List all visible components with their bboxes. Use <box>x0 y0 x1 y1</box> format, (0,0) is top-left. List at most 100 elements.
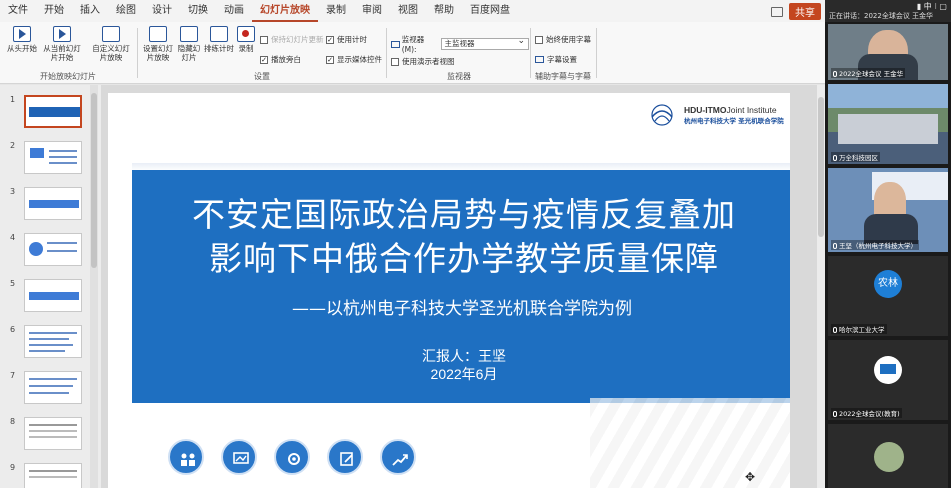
presentation-board-icon <box>221 439 257 475</box>
thumb-number: 4 <box>10 233 16 242</box>
checkbox-box <box>535 35 543 44</box>
slide-thumbnail-4[interactable]: 4 <box>6 233 96 273</box>
tab-baidu-netdisk[interactable]: 百度网盘 <box>462 0 518 22</box>
tab-help[interactable]: 帮助 <box>426 0 462 22</box>
edit-document-icon <box>327 439 363 475</box>
avatar <box>874 442 904 472</box>
logo-joint-institute: Joint Institute <box>726 105 777 115</box>
share-button[interactable]: 共享 <box>789 3 821 20</box>
slide-thumbnail-2[interactable]: 2 <box>6 141 96 181</box>
group-setup-label: 设置 <box>254 72 270 81</box>
gear-icon <box>274 439 310 475</box>
monitor-select[interactable]: 监视器(M): 主监视器 <box>391 34 529 54</box>
video-tile-6[interactable] <box>828 424 948 488</box>
tab-animations[interactable]: 动画 <box>216 0 252 22</box>
slide-subtitle: ——以杭州电子科技大学圣光机联合学院为例 <box>292 299 632 319</box>
group-captions-label: 辅助字幕与字幕 <box>535 72 591 81</box>
thumb-preview <box>24 187 82 220</box>
ribbon-divider <box>386 28 387 78</box>
from-current-slide-button[interactable]: 从当前幻灯片开始 <box>40 26 84 62</box>
from-current-label: 从当前幻灯片开始 <box>43 44 81 62</box>
mic-icon <box>833 327 837 333</box>
tile-label: 2022全球会议 王金华 <box>831 68 906 78</box>
tab-record[interactable]: 录制 <box>318 0 354 22</box>
scrollbar-thumb[interactable] <box>818 97 824 237</box>
tab-draw[interactable]: 绘图 <box>108 0 144 22</box>
presenter-view-checkbox[interactable]: 使用演示者视图 <box>391 56 455 67</box>
mic-icon <box>833 243 837 249</box>
video-tile-1[interactable]: 2022全球会议 王金华 <box>828 24 948 80</box>
play-narration-checkbox[interactable]: ✓ 播放旁白 <box>260 54 301 65</box>
hide-slide-button[interactable]: 隐藏幻灯片 <box>176 26 202 62</box>
people-icon <box>168 439 204 475</box>
tab-file[interactable]: 文件 <box>0 0 36 22</box>
slide-thumbnail-9[interactable]: 9 <box>6 463 96 488</box>
comment-icon[interactable] <box>771 6 783 17</box>
slide-date: 2022年6月 <box>430 366 498 382</box>
thumbnails-scrollbar[interactable] <box>90 85 98 488</box>
video-tile-3[interactable]: 王坚（杭州电子科技大学） <box>828 168 948 252</box>
thumb-line <box>29 350 65 352</box>
show-media-controls-checkbox[interactable]: ✓ 显示媒体控件 <box>326 54 382 65</box>
tile-label: 2022全球会议(教育) <box>831 408 902 418</box>
slide-thumbnail-8[interactable]: 8 <box>6 417 96 457</box>
thumb-line <box>29 344 73 346</box>
slide-1[interactable]: HDU-ITMOJoint Institute 杭州电子科技大学 圣光机联合学院… <box>108 93 790 488</box>
slide-thumbnail-6[interactable]: 6 <box>6 325 96 365</box>
from-beginning-button[interactable]: 从头开始 <box>4 26 40 53</box>
use-timings-checkbox[interactable]: ✓ 使用计时 <box>326 34 367 45</box>
tile-label: 万全科技园区 <box>831 152 880 162</box>
presenter-view-label: 使用演示者视图 <box>402 57 455 66</box>
from-beginning-label: 从头开始 <box>7 44 37 53</box>
slide-thumbnail-1[interactable]: 1 <box>6 95 96 135</box>
setup-slideshow-button[interactable]: 设置幻灯片放映 <box>140 26 176 62</box>
play-narration-label: 播放旁白 <box>271 55 301 64</box>
thumb-line <box>29 385 73 387</box>
thumb-preview <box>24 233 82 266</box>
group-start-slideshow: 从头开始 从当前幻灯片开始 自定义幻灯片放映 开始放映幻灯片 <box>0 24 136 82</box>
slide-thumbnail-7[interactable]: 7 <box>6 371 96 411</box>
tab-home[interactable]: 开始 <box>36 0 72 22</box>
video-tile-5[interactable]: 2022全球会议(教育) <box>828 340 948 420</box>
video-tile-4[interactable]: 农林 哈尔滨工业大学 <box>828 256 948 336</box>
show-media-label: 显示媒体控件 <box>337 55 382 64</box>
group-monitors: 监视器(M): 主监视器 使用演示者视图 监视器 <box>389 24 529 82</box>
logo-thumbnail <box>880 364 896 374</box>
tab-slide-show[interactable]: 幻灯片放映 <box>252 0 318 22</box>
ribbon-tab-bar: 文件 开始 插入 绘图 设计 切换 动画 幻灯片放映 录制 审阅 视图 帮助 百… <box>0 0 825 22</box>
play-icon <box>13 26 31 42</box>
group-captions: 始终使用字幕 字幕设置 辅助字幕与字幕 <box>533 24 593 82</box>
title-band: 不安定国际政治局势与疫情反复叠加 影响下中俄合作办学教学质量保障 ——以杭州电子… <box>132 170 790 403</box>
scrollbar-thumb[interactable] <box>91 93 97 268</box>
video-tile-2[interactable]: 万全科技园区 <box>828 84 948 164</box>
record-label: 录制 <box>238 44 254 53</box>
thumb-number: 9 <box>10 463 16 472</box>
slide-reporter: 汇报人：王坚 <box>422 349 506 365</box>
slide-thumbnail-5[interactable]: 5 <box>6 279 96 319</box>
always-subtitles-checkbox[interactable]: 始终使用字幕 <box>535 34 591 45</box>
record-button[interactable]: 录制 <box>234 26 258 53</box>
tab-review[interactable]: 审阅 <box>354 0 390 22</box>
checkbox-box <box>260 35 268 44</box>
slide-thumbnail-3[interactable]: 3 <box>6 187 96 227</box>
custom-slideshow-button[interactable]: 自定义幻灯片放映 <box>90 26 132 62</box>
tab-transitions[interactable]: 切换 <box>180 0 216 22</box>
thumb-number: 2 <box>10 141 16 150</box>
monitor-dropdown[interactable]: 主监视器 <box>440 36 529 50</box>
tab-design[interactable]: 设计 <box>144 0 180 22</box>
tab-view[interactable]: 视图 <box>390 0 426 22</box>
rehearse-timings-button[interactable]: 排练计时 <box>204 26 234 53</box>
thumb-line <box>29 378 77 380</box>
checkbox-box <box>391 57 399 66</box>
thumb-line <box>29 392 69 394</box>
thumb-preview <box>24 417 82 450</box>
thumb-preview <box>24 95 82 128</box>
hide-slide-label: 隐藏幻灯片 <box>177 44 201 62</box>
rehearse-label: 排练计时 <box>204 44 234 53</box>
tab-insert[interactable]: 插入 <box>72 0 108 22</box>
canvas-scrollbar[interactable] <box>817 85 825 488</box>
thumb-number: 1 <box>10 95 16 104</box>
keep-updated-checkbox[interactable]: 保持幻灯片更新 <box>260 34 324 45</box>
subtitle-settings-button[interactable]: 字幕设置 <box>535 54 577 65</box>
thumb-shape <box>29 292 79 300</box>
